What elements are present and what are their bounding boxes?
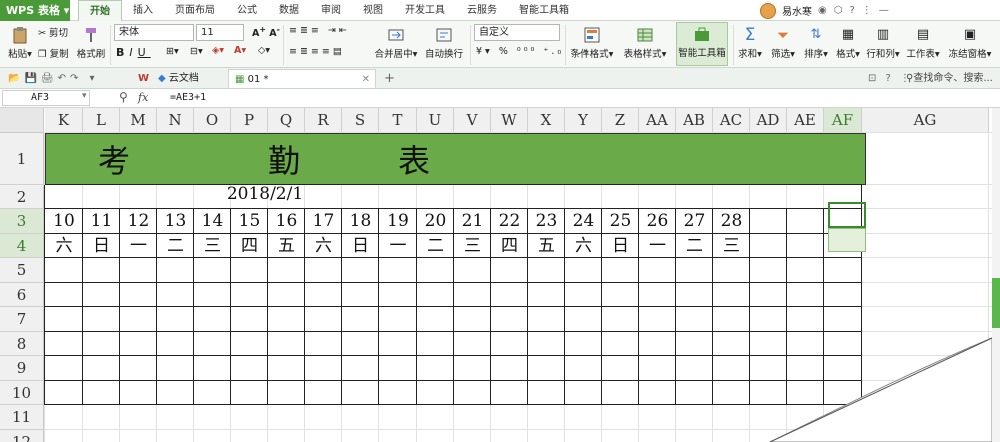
smart-toolbox-button[interactable]: 智能工具箱 [676, 22, 728, 66]
tab-page-layout[interactable]: 页面布局 [164, 0, 226, 21]
fx-icon[interactable]: fx [138, 91, 148, 104]
italic-button: I [129, 46, 138, 59]
window-icons: ◉ ⬡ ? ⋮ — [818, 5, 889, 16]
vertical-scrollbar[interactable] [992, 108, 1000, 442]
formula-bar: AF3 ▾ ⚲ fx =AE3+1 [0, 89, 1000, 108]
separator [283, 25, 284, 65]
tab-data[interactable]: 数据 [268, 0, 310, 21]
merge-cells-button[interactable]: ⊟▾ [190, 46, 203, 57]
scissors-icon: ✂ [38, 28, 46, 39]
table-style-icon [637, 28, 653, 42]
number-format-select[interactable]: 自定义 [474, 24, 560, 41]
underline-button: U [137, 46, 151, 59]
avatar[interactable] [760, 2, 776, 19]
document-tab-bar: 📂💾🖨↶↷ ▾ W ◆ 云文档 ▦ 01 * ✕ + ⊡ ? ⋮ ⚲查找命令、搜… [0, 68, 1000, 89]
tab-view[interactable]: 视图 [352, 0, 394, 21]
file-tab[interactable]: ▦ 01 * ✕ [228, 69, 376, 88]
font-color-button[interactable]: A▾ [234, 45, 246, 56]
table-style-button[interactable]: 表格样式▾ [620, 24, 670, 60]
freeze-panes-button[interactable]: ▣ 冻结窗格▾ [946, 24, 994, 60]
wrap-text-button[interactable]: 自动换行 [424, 24, 464, 60]
help-icon[interactable]: ? [849, 5, 854, 16]
close-tab-icon[interactable]: ✕ [362, 70, 370, 89]
tab-review[interactable]: 审阅 [310, 0, 352, 21]
filter-icon: ⏷ [776, 26, 789, 44]
horizontal-align-buttons[interactable]: ≡≣≡≡▤ [289, 46, 345, 57]
conditional-format-icon [584, 27, 600, 43]
clear-button[interactable]: ◇▾ [258, 45, 270, 56]
quick-access-toolbar[interactable]: 📂💾🖨↶↷ ▾ [2, 69, 105, 88]
user-name[interactable]: 易水寒 [782, 3, 812, 18]
tab-formulas[interactable]: 公式 [226, 0, 268, 21]
user-area: 易水寒 ◉ ⬡ ? ⋮ — [760, 0, 889, 21]
font-select[interactable]: 宋体 [114, 24, 194, 41]
worksheet-icon: ▤ [916, 27, 930, 42]
separator [470, 25, 471, 65]
merge-center-button[interactable]: 合并居中▾ [374, 24, 418, 60]
title-bar: WPS 表格 ▾ 开始 插入 页面布局 公式 数据 审阅 视图 开发工具 云服务… [0, 0, 1000, 21]
formula-input[interactable]: =AE3+1 [170, 92, 206, 103]
conditional-format-button[interactable]: 条件格式▾ [570, 24, 614, 60]
brush-icon [86, 28, 96, 42]
skin-icon[interactable]: ◉ [818, 5, 827, 16]
separator [110, 25, 111, 65]
sort-icon: ⇅ [810, 27, 822, 42]
merge-icon [388, 29, 404, 41]
font-size-select[interactable]: 11 [196, 24, 244, 41]
command-search[interactable]: ⚲查找命令、搜索... [900, 69, 999, 88]
copy-button[interactable]: ❐ 复制 [38, 46, 69, 60]
format-icon: ▦ [841, 27, 855, 42]
minimize-icon[interactable]: — [879, 5, 889, 16]
rows-columns-button[interactable]: ▥ 行和列▾ [866, 24, 900, 60]
worksheet-button[interactable]: ▤ 工作表▾ [905, 24, 941, 60]
ribbon: 粘贴▾ ✂ 剪切 ❐ 复制 格式刷 宋体 11 A+ A- BIU ⊞▾ ⊟▾ … [0, 21, 1000, 68]
font-style-buttons[interactable]: BIU [116, 46, 151, 59]
separator [565, 25, 566, 65]
name-box[interactable]: AF3 [2, 90, 90, 106]
paste-button[interactable]: 粘贴▾ [6, 24, 34, 60]
clipboard-icon [13, 27, 27, 44]
freeze-icon: ▣ [963, 27, 977, 42]
tab-cloud[interactable]: 云服务 [456, 0, 508, 21]
rows-columns-icon: ▥ [876, 27, 890, 42]
tab-insert[interactable]: 插入 [122, 0, 164, 21]
format-painter-button[interactable]: 格式刷 [76, 24, 106, 60]
format-button[interactable]: ▦ 格式▾ [834, 24, 862, 60]
name-box-dropdown-icon[interactable]: ▾ [82, 91, 87, 101]
cut-button[interactable]: ✂ 剪切 [38, 25, 68, 39]
grow-font-button[interactable]: A+ A- [252, 25, 280, 39]
tab-home[interactable]: 开始 [78, 0, 122, 21]
app-menu-button[interactable]: WPS 表格 ▾ [0, 0, 70, 21]
sheet-file-icon: ▦ [235, 74, 245, 85]
ribbon-tabs: 开始 插入 页面布局 公式 数据 审阅 视图 开发工具 云服务 智能工具箱 [78, 0, 580, 21]
toolbox-icon [695, 27, 709, 41]
filter-button[interactable]: ⏷ 筛选▾ [768, 24, 798, 60]
sigma-icon: Σ [744, 25, 756, 45]
border-button[interactable]: ⊞▾ [166, 46, 179, 57]
wrap-icon [436, 28, 452, 42]
copy-icon: ❐ [38, 49, 47, 60]
vertical-align-buttons[interactable]: ≡≣≡ ⇥⇤ [289, 25, 350, 36]
cloud-icon: ◆ [158, 73, 166, 84]
tab-smart-tools[interactable]: 智能工具箱 [508, 0, 580, 21]
share-icon[interactable]: ⬡ [834, 5, 843, 16]
fill-color-button[interactable]: ◈▾ [212, 45, 224, 56]
more-icon[interactable]: ⋮ [862, 5, 872, 16]
cloud-docs-tab[interactable]: ◆ 云文档 [152, 69, 205, 88]
zoom-icon[interactable]: ⚲ [119, 90, 128, 104]
spreadsheet-grid: K L M N O P Q R S T U V W X Y Z AA AB AC AD AE AF AG 123456789… [0, 108, 1000, 442]
scrollbar-thumb[interactable] [992, 278, 1000, 328]
separator [733, 25, 734, 65]
page-curl-overlay [769, 337, 993, 442]
sum-button[interactable]: Σ 求和▾ [736, 24, 764, 60]
new-tab-button[interactable]: + [378, 69, 401, 88]
bold-button: B [116, 46, 130, 59]
sort-button[interactable]: ⇅ 排序▾ [802, 24, 830, 60]
tab-developer[interactable]: 开发工具 [394, 0, 456, 21]
